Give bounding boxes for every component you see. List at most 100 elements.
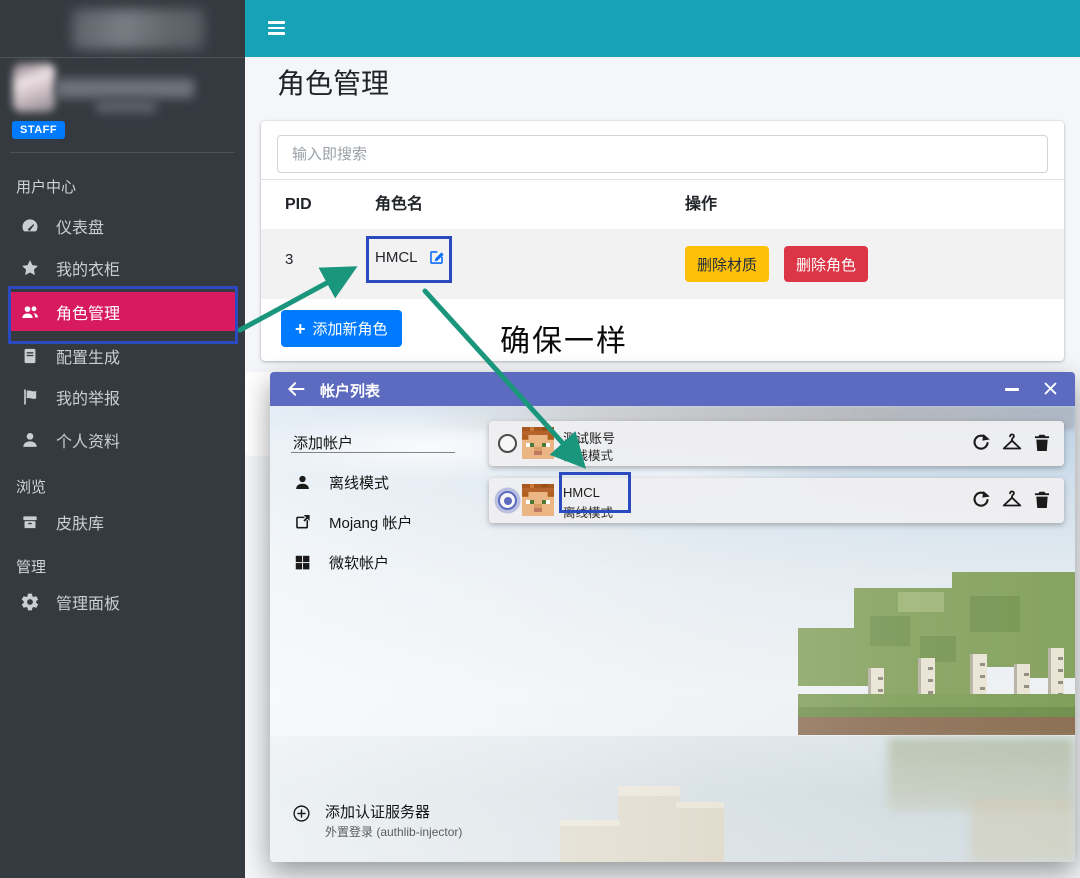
hamburger-icon[interactable] xyxy=(268,21,285,35)
account-type: 离线模式 xyxy=(563,445,613,464)
user-icon xyxy=(293,473,312,492)
sidebar-item-admin-panel[interactable]: 管理面板 xyxy=(8,582,237,622)
character-card: PID 角色名 操作 3 HMCL 删除材质 删除角色 + 添加新角色 xyxy=(261,121,1064,361)
tachometer-icon xyxy=(20,216,40,236)
username-redacted xyxy=(56,79,194,98)
plus-icon: + xyxy=(295,320,306,338)
add-auth-server-label[interactable]: 添加认证服务器 xyxy=(325,801,430,822)
back-arrow-icon[interactable] xyxy=(286,379,306,399)
sidebar-item-character-management[interactable]: 角色管理 xyxy=(8,292,237,331)
sidebar-section-admin: 管理 xyxy=(16,556,46,577)
sidebar-item-profile[interactable]: 个人资料 xyxy=(8,420,237,460)
authlib-injector-sublabel: 外置登录 (authlib-injector) xyxy=(325,823,462,840)
account-card-hmcl[interactable]: HMCL 离线模式 xyxy=(489,478,1064,523)
minimize-icon[interactable] xyxy=(1005,388,1019,391)
refresh-icon[interactable] xyxy=(970,489,992,511)
hanger-skin-icon[interactable] xyxy=(1001,432,1023,454)
sidebar-item-config-generator[interactable]: 配置生成 xyxy=(8,336,237,376)
sidebar-item-label: 皮肤库 xyxy=(56,510,104,534)
archive-icon xyxy=(20,512,40,532)
sidebar: STAFF 用户中心 仪表盘 我的衣柜 角色管理 配置生成 xyxy=(0,0,245,878)
sidebar-item-label: 角色管理 xyxy=(56,300,120,324)
user-icon xyxy=(20,430,40,450)
trash-icon[interactable] xyxy=(1031,489,1053,511)
book-icon xyxy=(20,346,40,366)
edit-icon[interactable] xyxy=(427,248,446,267)
window-title: 帐户列表 xyxy=(320,380,380,401)
microsoft-account-item[interactable]: 微软帐户 xyxy=(293,548,473,576)
sidebar-item-closet[interactable]: 我的衣柜 xyxy=(8,248,237,288)
table-header: PID 角色名 操作 xyxy=(261,179,1064,231)
sidebar-item-skin-library[interactable]: 皮肤库 xyxy=(8,502,237,542)
sidebar-item-label: 仪表盘 xyxy=(56,214,104,238)
tree-canopy xyxy=(970,596,1020,632)
hmcl-window-body: 添加帐户 离线模式 Mojang 帐户 微软帐户 xyxy=(270,406,1075,862)
col-name: 角色名 xyxy=(375,180,423,230)
mojang-icon xyxy=(293,513,312,532)
hanger-skin-icon[interactable] xyxy=(1001,489,1023,511)
minecraft-face-avatar xyxy=(522,484,554,516)
trash-icon[interactable] xyxy=(1031,432,1053,454)
users-icon xyxy=(20,302,40,322)
hmcl-account-window: 添加帐户 离线模式 Mojang 帐户 微软帐户 xyxy=(270,372,1075,862)
sidebar-item-label: 我的衣柜 xyxy=(56,256,120,280)
add-account-header: 添加帐户 xyxy=(293,432,353,453)
page-title: 角色管理 xyxy=(277,62,389,102)
sidebar-item-label: 个人资料 xyxy=(56,428,120,452)
tree-canopy xyxy=(870,616,910,646)
offline-mode-item[interactable]: 离线模式 xyxy=(293,468,473,496)
windows-icon xyxy=(293,553,312,572)
cell-pid: 3 xyxy=(285,229,293,291)
microsoft-account-label: 微软帐户 xyxy=(329,552,389,573)
site-logo-redacted xyxy=(72,9,204,49)
table-row: 3 HMCL 删除材质 删除角色 xyxy=(261,229,1064,299)
sidebar-section-user-center: 用户中心 xyxy=(16,176,76,197)
plus-circle-icon[interactable] xyxy=(292,804,311,823)
mojang-account-label: Mojang 帐户 xyxy=(329,512,412,533)
mojang-account-item[interactable]: Mojang 帐户 xyxy=(293,508,473,536)
col-pid: PID xyxy=(285,180,312,230)
character-name: HMCL xyxy=(375,249,418,266)
dirt-block xyxy=(798,717,1075,735)
sidebar-section-browse: 浏览 xyxy=(16,476,46,497)
offline-mode-label: 离线模式 xyxy=(329,472,389,493)
sidebar-item-label: 我的举报 xyxy=(56,385,120,409)
close-icon[interactable] xyxy=(1042,380,1059,397)
radio-unselected[interactable] xyxy=(498,434,517,453)
sidebar-item-label: 配置生成 xyxy=(56,344,120,368)
delete-character-button[interactable]: 删除角色 xyxy=(784,246,868,282)
divider xyxy=(10,152,235,153)
gear-icon xyxy=(20,592,40,612)
flag-icon xyxy=(20,387,40,407)
account-card-test[interactable]: 测试账号 离线模式 xyxy=(489,421,1064,466)
refresh-icon[interactable] xyxy=(970,432,992,454)
user-avatar-redacted xyxy=(13,63,55,112)
hmcl-titlebar: 帐户列表 xyxy=(270,372,1075,406)
sidebar-item-my-reports[interactable]: 我的举报 xyxy=(8,377,237,417)
staff-badge: STAFF xyxy=(12,121,65,139)
user-subtitle-redacted xyxy=(96,100,156,113)
screenshot-root: STAFF 用户中心 仪表盘 我的衣柜 角色管理 配置生成 xyxy=(0,0,1080,878)
search-input[interactable] xyxy=(277,135,1048,173)
brand-bar[interactable] xyxy=(0,0,245,58)
background-card-edge xyxy=(245,372,271,456)
annotation-note: 确保一样 xyxy=(500,316,628,360)
add-character-button[interactable]: + 添加新角色 xyxy=(281,310,402,347)
col-actions: 操作 xyxy=(685,180,717,230)
delete-texture-button[interactable]: 删除材质 xyxy=(685,246,769,282)
tree-canopy xyxy=(898,592,944,612)
sidebar-item-dashboard[interactable]: 仪表盘 xyxy=(8,206,237,246)
grass-block xyxy=(798,694,1075,708)
water-reflection xyxy=(970,798,1075,862)
sand-block xyxy=(676,808,724,862)
account-type: 离线模式 xyxy=(563,502,613,521)
star-icon xyxy=(20,258,40,278)
topbar xyxy=(245,0,1080,57)
divider xyxy=(291,452,455,453)
sidebar-item-label: 管理面板 xyxy=(56,590,120,614)
cell-name: HMCL xyxy=(375,248,446,267)
account-name: HMCL xyxy=(563,485,600,500)
radio-selected[interactable] xyxy=(498,491,517,510)
sand-block xyxy=(618,796,680,862)
minecraft-face-avatar xyxy=(522,427,554,459)
